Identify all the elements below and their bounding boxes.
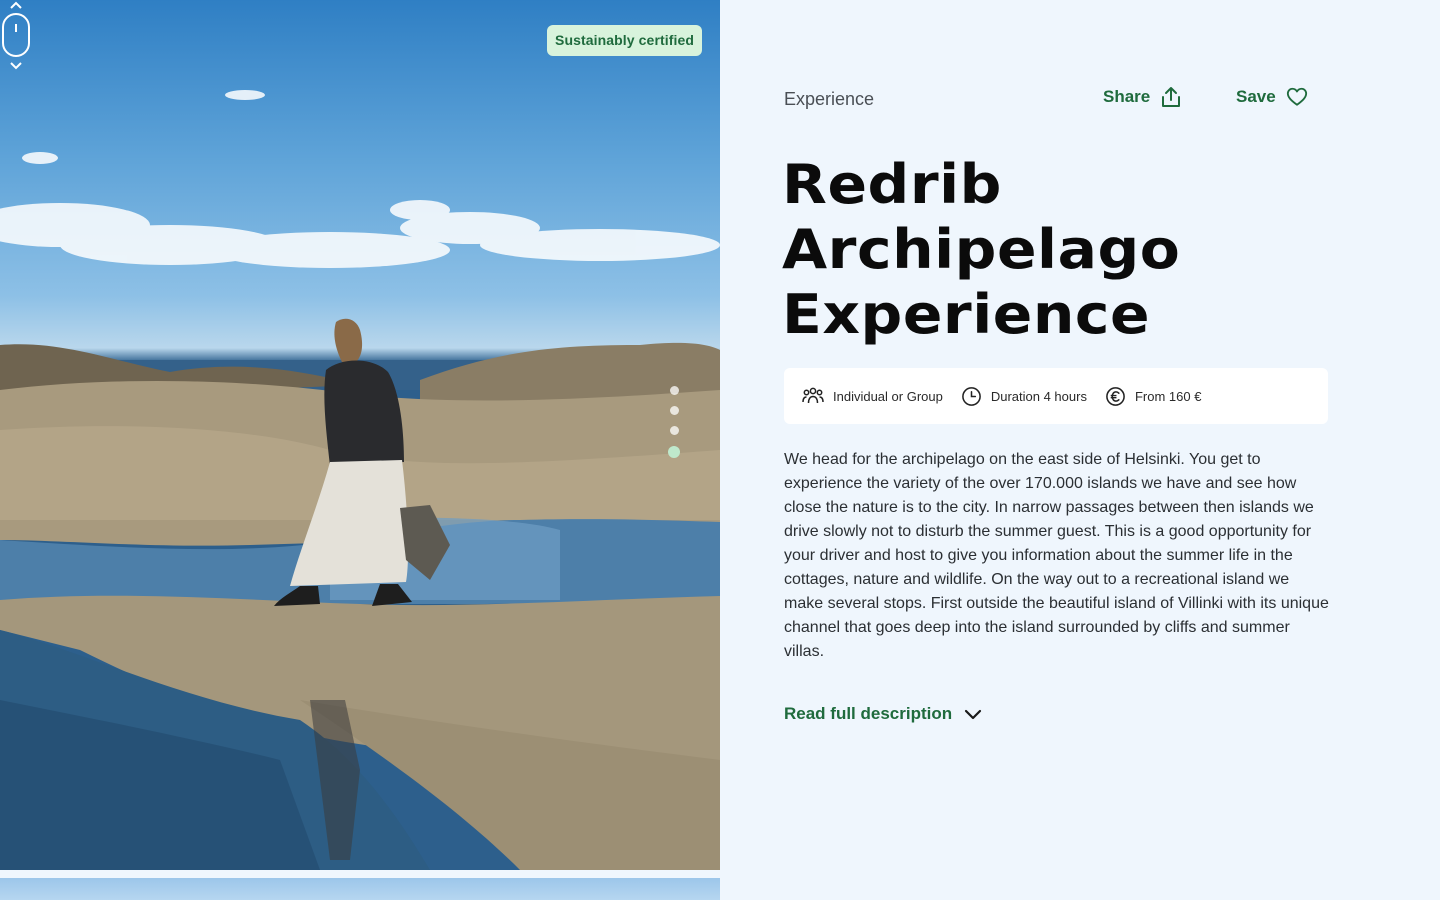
fact-text: From 160 € — [1134, 388, 1202, 404]
share-button[interactable]: Share — [1103, 86, 1182, 108]
carousel-dot-active[interactable] — [668, 446, 680, 458]
read-more-label: Read full description — [784, 704, 953, 723]
title-line: Redrib — [782, 153, 1002, 216]
next-photo-preview[interactable] — [0, 878, 720, 900]
save-label: Save — [1236, 87, 1276, 106]
heart-icon — [1286, 87, 1307, 106]
archipelago-scene-illustration — [0, 90, 720, 870]
read-full-description-button[interactable]: Read full description — [784, 704, 982, 724]
clock-icon — [961, 386, 981, 406]
hero-photo[interactable]: Sustainably certified — [0, 0, 720, 870]
sustainability-badge: Sustainably certified — [547, 25, 703, 56]
fact-text: Duration 4 hours — [990, 388, 1087, 404]
title-line: Experience — [782, 283, 1151, 346]
quick-facts-bar: Individual or Group Duration 4 hours Fro… — [784, 368, 1328, 424]
share-icon — [1162, 87, 1181, 107]
experience-details: Experience Share Save Redrib Archipelago… — [720, 0, 1440, 900]
media-gallery: Sustainably certified — [0, 0, 720, 900]
page-title: Redrib Archipelago Experience — [782, 152, 1430, 347]
save-button[interactable]: Save — [1236, 86, 1308, 108]
fact-text: Individual or Group — [833, 388, 943, 404]
carousel-dot[interactable] — [669, 426, 679, 435]
euro-icon — [1106, 386, 1125, 406]
fact-price: From 160 € — [1105, 386, 1201, 407]
group-icon — [802, 387, 824, 404]
fact-group-size: Individual or Group — [802, 386, 943, 406]
category-label: Experience — [784, 89, 875, 109]
carousel-dots — [668, 386, 680, 469]
scroll-mouse-icon[interactable] — [0, 0, 32, 72]
fact-duration: Duration 4 hours — [961, 386, 1087, 407]
experience-description: We head for the archipelago on the east … — [784, 451, 1329, 660]
carousel-dot[interactable] — [669, 406, 679, 415]
carousel-dot[interactable] — [669, 386, 679, 395]
title-line: Archipelago — [782, 218, 1181, 281]
share-label: Share — [1103, 87, 1151, 106]
chevron-down-icon — [965, 709, 982, 720]
